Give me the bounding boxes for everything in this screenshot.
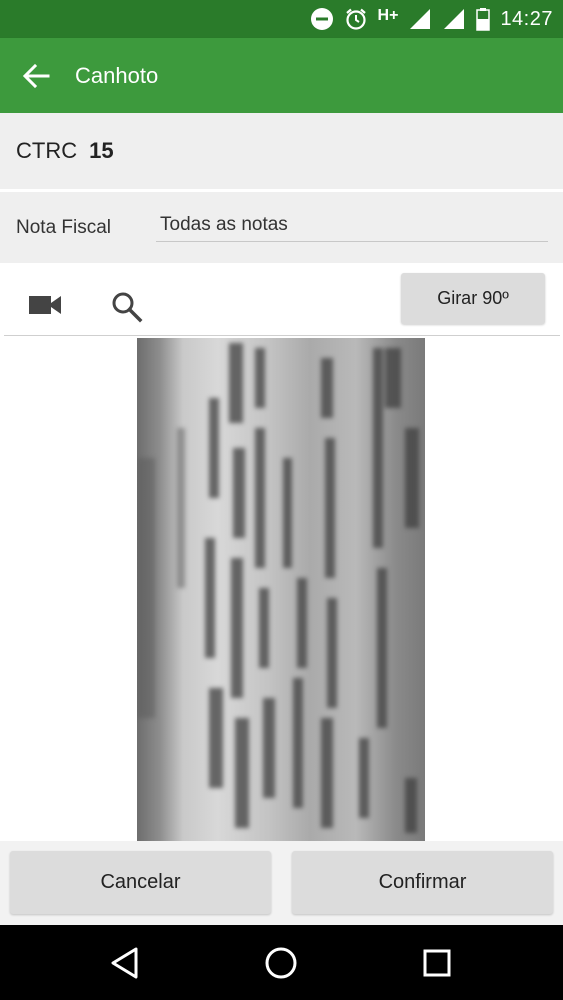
ctrc-value: 15 <box>89 138 114 163</box>
video-camera-icon[interactable] <box>28 293 62 317</box>
cancel-button[interactable]: Cancelar <box>10 851 271 914</box>
battery-icon <box>476 7 491 31</box>
nota-fiscal-label: Nota Fiscal <box>16 217 112 238</box>
alarm-icon <box>344 7 368 31</box>
network-type: H+ <box>377 7 399 24</box>
ctrc-label: CTRC <box>16 138 78 163</box>
page-title: Canhoto <box>75 62 159 88</box>
signal-icon <box>442 7 466 31</box>
nav-home-icon[interactable] <box>261 943 301 983</box>
do-not-disturb-icon <box>310 7 334 31</box>
signal-icon <box>408 7 432 31</box>
back-button[interactable] <box>18 58 54 94</box>
toolbar-divider <box>4 335 560 336</box>
system-nav-bar <box>0 925 563 1000</box>
rotate-button[interactable]: Girar 90º <box>401 273 545 324</box>
app-bar: Canhoto <box>0 38 563 113</box>
search-icon[interactable] <box>110 290 144 324</box>
receipt-photo <box>137 338 425 841</box>
action-bar: Cancelar Confirmar <box>0 841 563 925</box>
nota-fiscal-row: Nota Fiscal Todas as notas <box>0 192 563 263</box>
back-arrow-icon <box>22 63 50 88</box>
nav-recent-icon[interactable] <box>417 943 457 983</box>
nav-back-icon[interactable] <box>105 943 145 983</box>
ctrc-row: CTRC 15 <box>0 113 563 189</box>
image-toolbar: Girar 90º <box>0 263 563 337</box>
nota-fiscal-selected: Todas as notas <box>160 214 288 235</box>
nota-fiscal-select[interactable]: Todas as notas <box>156 204 548 242</box>
status-time: 14:27 <box>500 7 553 30</box>
confirm-button[interactable]: Confirmar <box>292 851 553 914</box>
status-bar: H+ 14:27 <box>0 0 563 38</box>
